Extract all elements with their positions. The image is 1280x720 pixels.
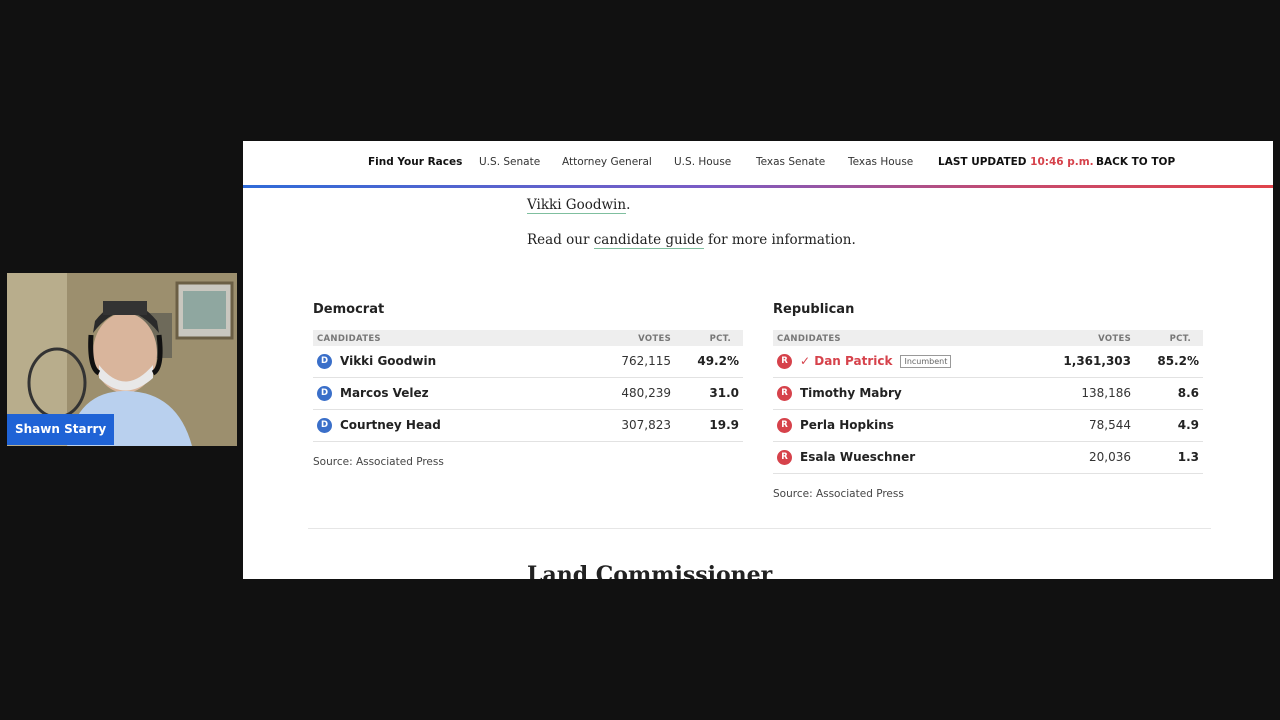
header-votes: VOTES xyxy=(638,334,671,344)
nav-texas-senate[interactable]: Texas Senate xyxy=(756,156,825,168)
nav-find-your-races[interactable]: Find Your Races xyxy=(368,156,462,168)
last-updated: LAST UPDATED 10:46 p.m. xyxy=(938,156,1094,168)
candidate-votes: 762,115 xyxy=(621,354,671,368)
table-row: R ✓ Dan Patrick Incumbent 1,361,303 85.2% xyxy=(773,346,1203,378)
nav-texas-house[interactable]: Texas House xyxy=(848,156,913,168)
candidate-name: Courtney Head xyxy=(340,418,441,432)
candidate-votes: 307,823 xyxy=(621,418,671,432)
header-pct: PCT. xyxy=(1169,334,1191,344)
section-heading: Land Commissioner xyxy=(527,562,773,579)
democrat-badge: D xyxy=(317,354,332,369)
table-row: D Courtney Head 307,823 19.9 xyxy=(313,410,743,442)
last-updated-time: 10:46 p.m. xyxy=(1030,156,1094,168)
candidate-pct: 49.2% xyxy=(697,354,739,368)
table-row: D Marcos Velez 480,239 31.0 xyxy=(313,378,743,410)
shared-screen: Find Your Races U.S. Senate Attorney Gen… xyxy=(243,141,1273,579)
candidate-pct: 31.0 xyxy=(709,386,739,400)
last-updated-label: LAST UPDATED xyxy=(938,156,1027,168)
back-to-top-link[interactable]: BACK TO TOP xyxy=(1096,156,1175,168)
republican-source: Source: Associated Press xyxy=(773,488,904,500)
nav-attorney-general[interactable]: Attorney General xyxy=(562,156,652,168)
guide-paragraph: Read our candidate guide for more inform… xyxy=(527,232,856,249)
table-row: D Vikki Goodwin 762,115 49.2% xyxy=(313,346,743,378)
header-candidates: CANDIDATES xyxy=(317,334,381,344)
candidate-name: Timothy Mabry xyxy=(800,386,902,400)
winner-name: ✓ Dan Patrick xyxy=(800,354,893,368)
table-row: R Timothy Mabry 138,186 8.6 xyxy=(773,378,1203,410)
democrat-title: Democrat xyxy=(313,302,385,317)
democrat-table-header: CANDIDATES VOTES PCT. xyxy=(313,330,743,346)
candidate-name: Vikki Goodwin xyxy=(340,354,437,368)
table-row: R Perla Hopkins 78,544 4.9 xyxy=(773,410,1203,442)
section-divider xyxy=(308,528,1211,529)
candidate-votes: 1,361,303 xyxy=(1063,354,1131,368)
candidate-pct: 85.2% xyxy=(1157,354,1199,368)
candidate-link[interactable]: Vikki Goodwin xyxy=(527,197,627,214)
candidate-votes: 20,036 xyxy=(1089,450,1131,464)
incumbent-badge: Incumbent xyxy=(900,355,952,368)
header-candidates: CANDIDATES xyxy=(777,334,841,344)
candidate-guide-link[interactable]: candidate guide xyxy=(593,232,704,249)
candidate-pct: 19.9 xyxy=(709,418,739,432)
candidate-votes: 78,544 xyxy=(1089,418,1131,432)
participant-name-tag: Shawn Starry xyxy=(7,414,115,445)
republican-title: Republican xyxy=(773,302,855,317)
democrat-source: Source: Associated Press xyxy=(313,456,444,468)
democrat-badge: D xyxy=(317,386,332,401)
candidate-pct: 1.3 xyxy=(1177,450,1199,464)
republican-badge: R xyxy=(777,418,792,433)
nav-us-house[interactable]: U.S. House xyxy=(674,156,731,168)
nav-us-senate[interactable]: U.S. Senate xyxy=(479,156,540,168)
candidate-pct: 4.9 xyxy=(1177,418,1199,432)
republican-badge: R xyxy=(777,450,792,465)
republican-badge: R xyxy=(777,354,792,369)
guide-prefix: Read our xyxy=(527,232,594,248)
header-votes: VOTES xyxy=(1098,334,1131,344)
candidate-votes: 138,186 xyxy=(1081,386,1131,400)
candidate-pct: 8.6 xyxy=(1177,386,1199,400)
democrat-badge: D xyxy=(317,418,332,433)
candidate-name: Esala Wueschner xyxy=(800,450,916,464)
republican-table-header: CANDIDATES VOTES PCT. xyxy=(773,330,1203,346)
candidate-name: Perla Hopkins xyxy=(800,418,894,432)
candidate-name: Marcos Velez xyxy=(340,386,429,400)
table-row: R Esala Wueschner 20,036 1.3 xyxy=(773,442,1203,474)
nav-gradient-divider xyxy=(243,185,1273,188)
candidate-link-line: Vikki Goodwin. xyxy=(527,197,631,214)
republican-badge: R xyxy=(777,386,792,401)
results-navigation: Find Your Races U.S. Senate Attorney Gen… xyxy=(243,141,1273,186)
guide-suffix: for more information. xyxy=(703,232,856,248)
candidate-name-winner: ✓ Dan Patrick Incumbent xyxy=(800,354,952,368)
header-pct: PCT. xyxy=(709,334,731,344)
republican-results: Republican CANDIDATES VOTES PCT. R ✓ Dan… xyxy=(773,302,1203,500)
candidate-votes: 480,239 xyxy=(621,386,671,400)
democrat-results: Democrat CANDIDATES VOTES PCT. D Vikki G… xyxy=(313,302,743,468)
